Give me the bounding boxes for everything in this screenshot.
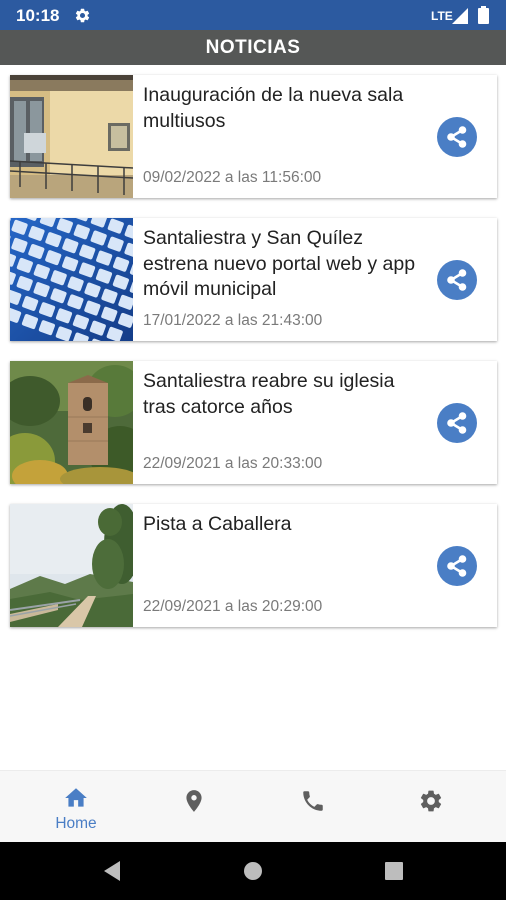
nav-item-phone[interactable] bbox=[250, 771, 376, 843]
news-thumbnail bbox=[10, 504, 133, 627]
news-card[interactable]: Santaliestra y San Quílez estrena nuevo … bbox=[10, 218, 497, 341]
news-thumbnail bbox=[10, 361, 133, 484]
share-button[interactable] bbox=[437, 403, 477, 443]
share-button[interactable] bbox=[437, 260, 477, 300]
status-bar: 10:18 LTE bbox=[0, 0, 506, 30]
church-tower-photo bbox=[10, 361, 133, 484]
share-button[interactable] bbox=[437, 546, 477, 586]
system-nav-bar bbox=[0, 842, 506, 900]
bottom-nav: Home bbox=[0, 770, 506, 842]
nav-item-location[interactable] bbox=[131, 771, 257, 843]
location-pin-icon bbox=[186, 790, 202, 812]
battery-icon bbox=[478, 6, 489, 24]
app-header: NOTICIAS bbox=[0, 30, 506, 65]
news-title: Inauguración de la nueva sala multiusos bbox=[143, 84, 404, 132]
recents-icon[interactable] bbox=[382, 859, 406, 883]
news-list: Inauguración de la nueva sala multiusos … bbox=[10, 75, 497, 647]
news-card[interactable]: Pista a Caballera 22/09/2021 a las 20:29… bbox=[10, 504, 497, 627]
nav-item-settings[interactable] bbox=[368, 771, 494, 843]
settings-icon bbox=[420, 790, 442, 812]
back-icon[interactable] bbox=[100, 859, 124, 883]
share-icon bbox=[447, 412, 467, 434]
nav-item-home[interactable]: Home bbox=[13, 771, 139, 843]
news-card[interactable]: Santaliestra reabre su iglesia tras cato… bbox=[10, 361, 497, 484]
news-thumbnail bbox=[10, 218, 133, 341]
gear-icon bbox=[75, 8, 90, 23]
home-circle-icon[interactable] bbox=[241, 859, 265, 883]
news-date: 22/09/2021 a las 20:33:00 bbox=[143, 455, 323, 472]
news-card[interactable]: Inauguración de la nueva sala multiusos … bbox=[10, 75, 497, 198]
page-title: NOTICIAS bbox=[205, 37, 301, 58]
nav-label-home: Home bbox=[55, 815, 97, 832]
share-icon bbox=[447, 269, 467, 291]
building-photo bbox=[10, 75, 133, 198]
home-icon bbox=[65, 788, 87, 807]
signal-icon bbox=[452, 8, 468, 24]
mountain-road-photo bbox=[10, 504, 133, 627]
status-time: 10:18 bbox=[16, 6, 60, 25]
news-date: 22/09/2021 a las 20:29:00 bbox=[143, 598, 323, 615]
news-title: Santaliestra y San Quílez estrena nuevo … bbox=[143, 227, 416, 300]
news-date: 17/01/2022 a las 21:43:00 bbox=[143, 312, 323, 329]
phone-icon bbox=[303, 791, 323, 811]
keyboard-photo bbox=[10, 218, 133, 341]
news-thumbnail bbox=[10, 75, 133, 198]
news-title: Santaliestra reabre su iglesia tras cato… bbox=[143, 370, 395, 418]
network-type: LTE bbox=[431, 9, 453, 23]
share-icon bbox=[447, 555, 467, 577]
share-button[interactable] bbox=[437, 117, 477, 157]
share-icon bbox=[447, 126, 467, 148]
news-title: Pista a Caballera bbox=[143, 513, 292, 535]
news-date: 09/02/2022 a las 11:56:00 bbox=[143, 169, 322, 186]
